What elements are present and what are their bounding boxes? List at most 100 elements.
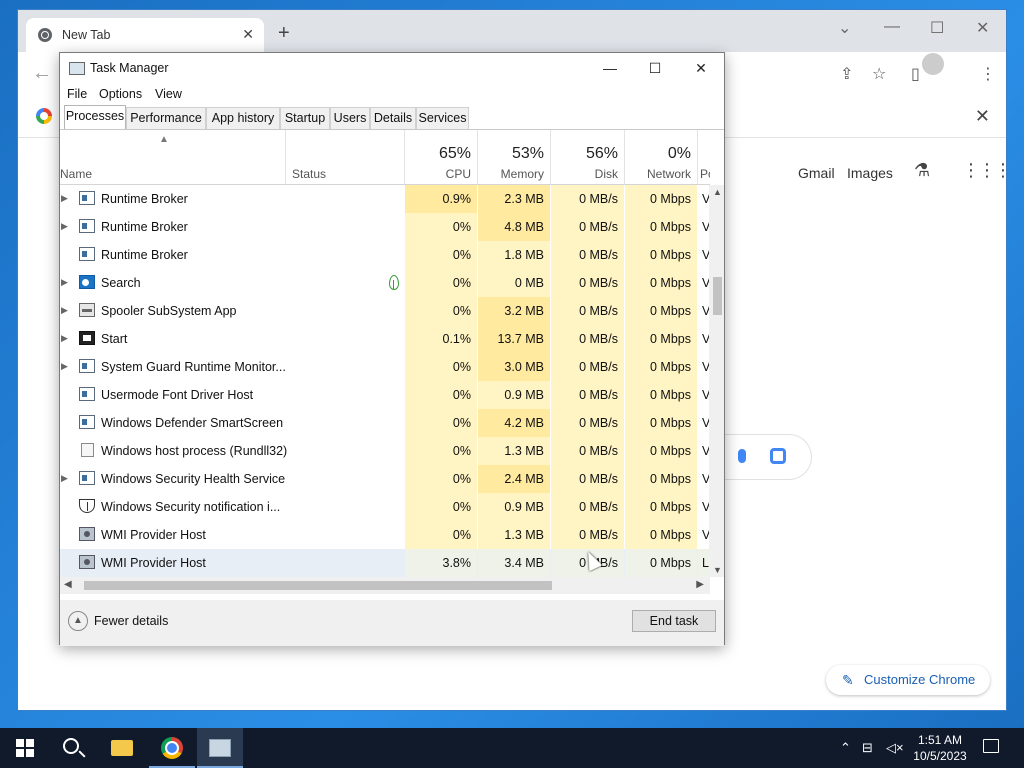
table-row[interactable]: WMI Provider Host 0% 1.3 MB 0 MB/s 0 Mbps V: [60, 521, 710, 549]
table-row[interactable]: Windows host process (Rundll32) 0% 1.3 MB 0…: [60, 437, 710, 465]
memory-cell: 3.0 MB: [478, 353, 550, 381]
process-name: WMI Provider Host: [101, 528, 206, 542]
tm-footer: ▲ Fewer details End task: [60, 600, 724, 646]
scroll-up-icon[interactable]: ▲: [713, 187, 722, 197]
chevron-up-circle-icon[interactable]: ▲: [68, 611, 88, 631]
menu-file[interactable]: File: [67, 87, 87, 101]
google-apps-icon[interactable]: ⋮⋮⋮: [962, 160, 1012, 181]
table-row[interactable]: ▶ Search 0% 0 MB 0 MB/s 0 Mbps V: [60, 269, 710, 297]
google-search-box[interactable]: [718, 434, 812, 480]
menu-view[interactable]: View: [155, 87, 182, 101]
expand-chevron-icon[interactable]: ▶: [61, 361, 68, 372]
star-icon[interactable]: ☆: [872, 64, 886, 84]
cpu-cell: 0%: [405, 353, 477, 381]
network-icon[interactable]: ⊟: [862, 740, 873, 756]
disk-cell: 0 MB/s: [551, 465, 624, 493]
start-icon[interactable]: [16, 739, 34, 757]
labs-flask-icon[interactable]: ⚗: [914, 160, 930, 181]
table-row[interactable]: ▶ System Guard Runtime Monitor... 0% 3.0 MB…: [60, 353, 710, 381]
scroll-down-icon[interactable]: ▼: [713, 565, 722, 575]
expand-chevron-icon[interactable]: ▶: [61, 305, 68, 316]
infobar-close-icon[interactable]: ✕: [975, 106, 990, 127]
col-cpu[interactable]: 65% CPU: [405, 130, 478, 184]
chrome-minimize-button[interactable]: —: [884, 18, 900, 36]
tab-details[interactable]: Details: [370, 107, 416, 129]
tab-users[interactable]: Users: [330, 107, 370, 129]
col-network-pct: 0%: [667, 145, 691, 162]
lens-search-icon[interactable]: [770, 448, 786, 464]
menu-options[interactable]: Options: [99, 87, 142, 101]
tray-chevron-icon[interactable]: ⌃: [840, 740, 851, 756]
tm-minimize-button[interactable]: —: [590, 57, 630, 79]
table-row[interactable]: Usermode Font Driver Host 0% 0.9 MB 0 MB/s 0…: [60, 381, 710, 409]
col-power[interactable]: Pov: [698, 130, 710, 184]
vertical-scroll-thumb[interactable]: [713, 277, 722, 315]
network-cell: 0 Mbps: [625, 381, 697, 409]
network-cell: 0 Mbps: [625, 437, 697, 465]
gmail-link[interactable]: Gmail: [798, 165, 835, 181]
volume-muted-icon[interactable]: ◁×: [886, 740, 904, 756]
scroll-right-icon[interactable]: ▶: [696, 579, 704, 590]
menu-icon[interactable]: ⋮: [980, 64, 996, 84]
tab-performance[interactable]: Performance: [126, 107, 206, 129]
taskbar-search-button[interactable]: [49, 728, 95, 768]
col-network[interactable]: 0% Network: [625, 130, 698, 184]
notifications-icon[interactable]: [983, 739, 999, 753]
voice-search-icon[interactable]: [738, 449, 746, 463]
back-button[interactable]: ←: [32, 62, 52, 85]
table-row[interactable]: WMI Provider Host 3.8% 3.4 MB 0 MB/s 0 Mbps L: [60, 549, 710, 577]
sidepanel-icon[interactable]: ▯: [911, 64, 920, 84]
expand-chevron-icon[interactable]: ▶: [61, 333, 68, 344]
col-memory[interactable]: 53% Memory: [478, 130, 551, 184]
scroll-left-icon[interactable]: ◀: [64, 579, 72, 590]
table-row[interactable]: ▶ Runtime Broker 0% 4.8 MB 0 MB/s 0 Mbps V: [60, 213, 710, 241]
tab-app-history[interactable]: App history: [206, 107, 280, 129]
taskbar-explorer-button[interactable]: [99, 728, 145, 768]
tm-menu-bar: File Options View: [60, 83, 724, 105]
chrome-tab-new-tab[interactable]: New Tab ✕: [26, 18, 264, 52]
horizontal-scrollbar[interactable]: ◀ ▶: [60, 577, 710, 594]
tab-processes[interactable]: Processes: [64, 105, 126, 129]
tm-maximize-button[interactable]: ☐: [635, 57, 675, 79]
customize-chrome-button[interactable]: ✎ Customize Chrome: [826, 665, 990, 695]
fewer-details-link[interactable]: Fewer details: [94, 614, 168, 628]
expand-chevron-icon[interactable]: ▶: [61, 277, 68, 288]
table-row[interactable]: Runtime Broker 0% 1.8 MB 0 MB/s 0 Mbps V: [60, 241, 710, 269]
chrome-avatar[interactable]: [922, 53, 944, 75]
taskbar-chrome-button[interactable]: [149, 728, 195, 768]
vertical-scrollbar[interactable]: ▲ ▼: [709, 185, 724, 577]
col-name-label: Name: [60, 167, 93, 181]
table-row[interactable]: ▶ Spooler SubSystem App 0% 3.2 MB 0 MB/s 0 Mb…: [60, 297, 710, 325]
chrome-close-button[interactable]: ✕: [976, 18, 989, 38]
share-icon[interactable]: ⇪: [840, 64, 853, 84]
end-task-button[interactable]: End task: [632, 610, 716, 632]
chrome-icon: [161, 737, 183, 759]
network-cell: 0 Mbps: [625, 353, 697, 381]
expand-chevron-icon[interactable]: ▶: [61, 221, 68, 232]
process-window-icon: [79, 471, 95, 485]
table-row[interactable]: Windows Security notification i... 0% 0.9 …: [60, 493, 710, 521]
col-status[interactable]: Status: [286, 130, 405, 184]
tm-close-button[interactable]: ✕: [681, 57, 721, 79]
images-link[interactable]: Images: [847, 165, 893, 181]
new-tab-button[interactable]: +: [278, 22, 290, 45]
chrome-maximize-button[interactable]: ☐: [930, 18, 944, 38]
expand-chevron-icon[interactable]: ▶: [61, 193, 68, 204]
expand-chevron-icon[interactable]: ▶: [61, 473, 68, 484]
table-row[interactable]: ▶ Runtime Broker 0.9% 2.3 MB 0 MB/s 0 Mbps V: [60, 185, 710, 213]
col-name[interactable]: ▲ Name: [60, 130, 286, 184]
table-row[interactable]: Windows Defender SmartScreen 0% 4.2 MB 0 MB…: [60, 409, 710, 437]
horizontal-scroll-thumb[interactable]: [84, 581, 552, 590]
tm-title-bar[interactable]: Task Manager — ☐ ✕: [60, 53, 724, 83]
chrome-tab-close-icon[interactable]: ✕: [242, 26, 254, 43]
taskbar-clock[interactable]: 1:51 AM 10/5/2023: [908, 732, 972, 764]
tab-startup[interactable]: Startup: [280, 107, 330, 129]
process-name: Runtime Broker: [101, 192, 188, 206]
table-row[interactable]: ▶ Windows Security Health Service 0% 2.4 MB…: [60, 465, 710, 493]
col-disk[interactable]: 56% Disk: [551, 130, 625, 184]
chrome-tab-search-icon[interactable]: ⌄: [838, 18, 851, 38]
taskbar-task-manager-button[interactable]: [197, 728, 243, 768]
cpu-cell: 0%: [405, 241, 477, 269]
tab-services[interactable]: Services: [416, 107, 469, 129]
table-row[interactable]: ▶ Start 0.1% 13.7 MB 0 MB/s 0 Mbps V: [60, 325, 710, 353]
